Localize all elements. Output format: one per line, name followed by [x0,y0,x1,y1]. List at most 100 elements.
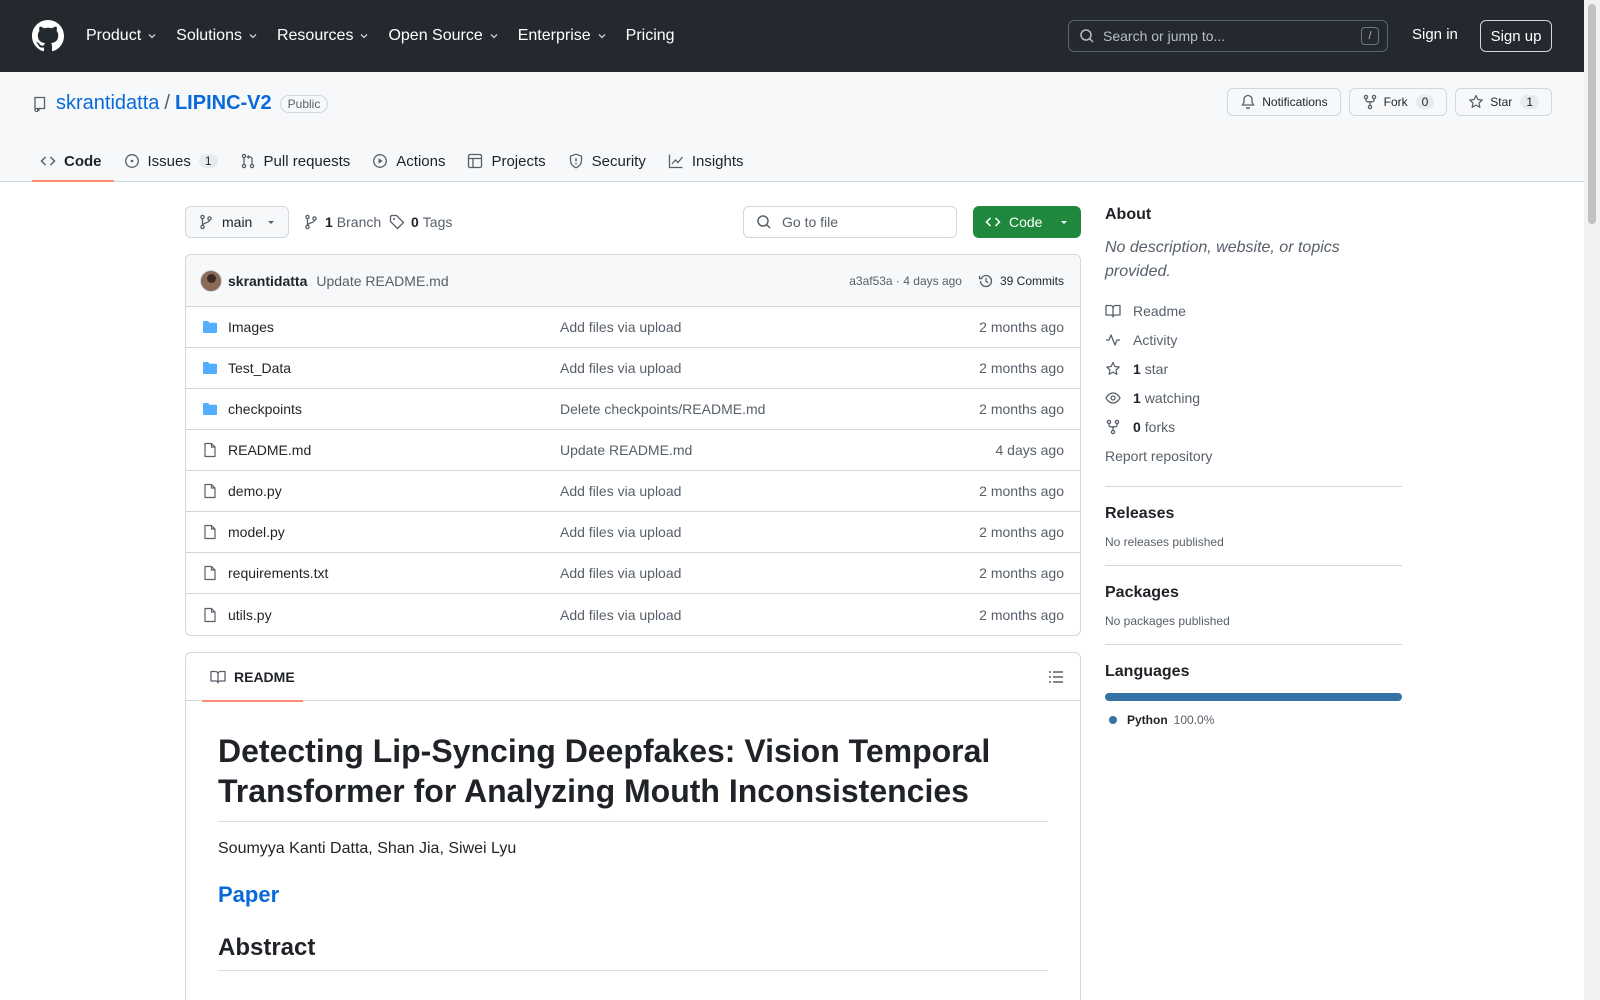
activity-link[interactable]: Activity [1105,325,1402,354]
forks-link[interactable]: 0 forks [1105,412,1402,441]
branch-count: 1 [325,214,333,230]
sidebar-divider [1105,565,1402,566]
file-icon [204,524,216,540]
file-name-link[interactable]: utils.py [228,607,560,623]
commit-author-link[interactable]: skrantidatta [228,273,307,289]
commits-history-link[interactable]: 39 Commits [978,273,1064,289]
forks-label: forks [1144,418,1176,435]
repo-name-link[interactable]: LIPINC-V2 [175,92,272,115]
file-row[interactable]: Test_Data Add files via upload 2 months ag… [186,348,1080,389]
stars-count: 1 [1133,360,1141,377]
packages-heading[interactable]: Packages [1105,584,1402,602]
file-row[interactable]: requirements.txt Add files via upload 2 mo… [186,553,1080,594]
repo-tabs: Code Issues 1 Pull requests Actions Proj… [32,140,758,182]
nav-enterprise[interactable]: Enterprise [518,27,608,45]
global-header: Product Solutions Resources Open Source … [0,0,1600,72]
sidebar-divider [1105,486,1402,487]
file-name-link[interactable]: README.md [228,442,560,458]
tab-code[interactable]: Code [32,140,114,182]
paper-link[interactable]: Paper [218,882,1048,908]
star-button[interactable]: Star 1 [1455,88,1552,116]
activity-link-label: Activity [1133,331,1178,348]
packages-text: No packages published [1105,614,1230,628]
nav-open-source[interactable]: Open Source [388,27,499,45]
go-to-file-input[interactable]: Go to file [743,206,957,238]
tab-pull-requests[interactable]: Pull requests [232,140,363,182]
tab-code-label: Code [64,152,102,170]
file-row[interactable]: model.py Add files via upload 2 months ago [186,512,1080,553]
file-name-link[interactable]: requirements.txt [228,565,560,581]
table-icon [468,153,483,169]
github-logo-icon[interactable] [32,20,64,52]
file-name-link[interactable]: checkpoints [228,401,560,417]
tags-link[interactable]: 0 Tags [389,214,452,230]
file-name-link[interactable]: model.py [228,524,560,540]
tab-insights[interactable]: Insights [660,140,756,182]
file-commit-message-link[interactable]: Add files via upload [560,565,979,581]
file-icon [204,442,216,458]
branch-selector[interactable]: main [185,206,289,238]
avatar[interactable] [200,269,222,292]
file-commit-message-link[interactable]: Delete checkpoints/README.md [560,401,979,417]
code-dropdown-button[interactable]: Code [973,206,1081,238]
stars-link[interactable]: 1 star [1105,354,1402,383]
star-icon [1106,361,1120,375]
file-commit-message-link[interactable]: Update README.md [560,442,996,458]
file-row-icon [202,360,218,376]
scrollbar-thumb[interactable] [1588,4,1596,224]
file-commit-date: 2 months ago [979,565,1064,581]
list-icon[interactable] [1048,669,1064,685]
file-commit-message-link[interactable]: Add files via upload [560,483,979,499]
file-commit-date: 2 months ago [979,319,1064,335]
readme-link[interactable]: Readme [1105,296,1402,325]
file-commit-message-link[interactable]: Add files via upload [560,524,979,540]
nav-product[interactable]: Product [86,27,158,45]
file-row[interactable]: demo.py Add files via upload 2 months ago [186,471,1080,512]
caret-down-icon [268,221,274,224]
search-input[interactable]: Search or jump to... / [1068,20,1388,52]
file-name-link[interactable]: demo.py [228,483,560,499]
readme-panel: README Detecting Lip-Syncing Deepfakes: … [185,652,1081,1000]
nav-resources[interactable]: Resources [277,27,370,45]
file-commit-date: 4 days ago [995,442,1065,458]
readme-authors: Soumyya Kanti Datta, Shan Jia, Siwei Lyu [218,840,517,857]
sign-up-button[interactable]: Sign up [1480,20,1552,52]
file-row[interactable]: README.md Update README.md 4 days ago [186,430,1080,471]
tab-issues[interactable]: Issues 1 [116,140,230,182]
branches-link[interactable]: 1 Branch [303,214,381,230]
shield-icon [569,153,582,169]
releases-heading[interactable]: Releases [1105,505,1402,523]
readme-title: Detecting Lip-Syncing Deepfakes: Vision … [218,731,1048,822]
repo-owner-link[interactable]: skrantidatta [56,92,159,115]
sidebar-divider [1105,644,1402,645]
file-row[interactable]: utils.py Add files via upload 2 months ago [186,594,1080,635]
file-commit-message-link[interactable]: Add files via upload [560,319,979,335]
file-row[interactable]: Images Add files via upload 2 months ago [186,307,1080,348]
commit-message-link[interactable]: Update README.md [316,273,849,289]
file-row[interactable]: checkpoints Delete checkpoints/README.md 2… [186,389,1080,430]
file-name-link[interactable]: Test_Data [228,360,560,376]
tab-actions[interactable]: Actions [364,140,457,182]
report-repository-link[interactable]: Report repository [1105,441,1402,470]
file-commit-message-link[interactable]: Add files via upload [560,607,979,623]
star-icon [1469,94,1484,108]
pull-request-icon [241,153,254,169]
notifications-button[interactable]: Notifications [1227,88,1341,116]
fork-button[interactable]: Fork 0 [1348,88,1448,116]
language-item-python[interactable]: Python 100.0% [1105,713,1402,727]
file-name-link[interactable]: Images [228,319,560,335]
notifications-label: Notifications [1262,95,1328,109]
page-scrollbar[interactable] [1584,0,1600,1000]
sign-in-link[interactable]: Sign in [1412,26,1458,43]
commit-sha-time[interactable]: a3af53a · 4 days ago [849,274,962,288]
chevron-down-icon [490,34,498,39]
watching-link[interactable]: 1 watching [1105,383,1402,412]
nav-solutions[interactable]: Solutions [176,27,259,45]
readme-tab[interactable]: README [202,653,303,702]
nav-pricing[interactable]: Pricing [626,27,675,45]
language-name: Python [1127,713,1168,727]
tab-projects[interactable]: Projects [459,140,557,182]
file-commit-message-link[interactable]: Add files via upload [560,360,979,376]
file-row-icon [202,607,218,623]
tab-security[interactable]: Security [560,140,658,182]
